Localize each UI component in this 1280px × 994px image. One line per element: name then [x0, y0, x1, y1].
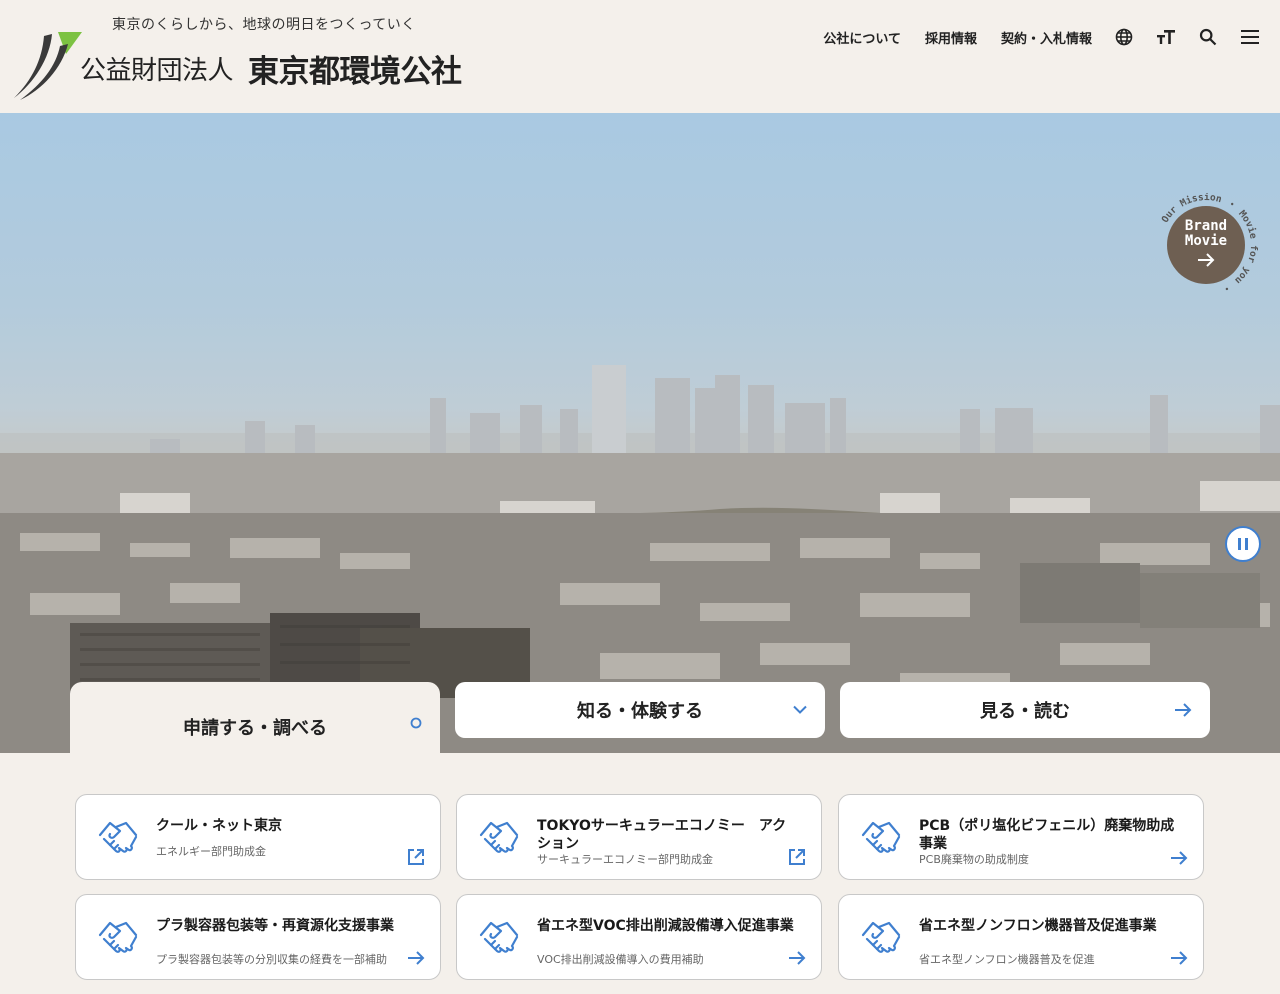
- nav-contracts[interactable]: 契約・入札情報: [1001, 28, 1092, 47]
- arrow-right-icon: [1198, 253, 1215, 267]
- arrow-right-icon: [1175, 703, 1192, 717]
- arrow-right-icon: [1171, 851, 1188, 865]
- card-subtitle: サーキュラーエコノミー部門助成金: [537, 853, 713, 866]
- text-size-icon[interactable]: [1156, 27, 1176, 47]
- card-plastic-recycling[interactable]: プラ製容器包装等・再資源化支援事業 プラ製容器包装等の分別収集の経費を一部補助: [75, 894, 441, 980]
- card-subtitle: 省エネ型ノンフロン機器普及を促進: [919, 953, 1095, 966]
- card-title: 省エネ型ノンフロン機器普及促進事業: [919, 918, 1157, 934]
- globe-icon[interactable]: [1114, 27, 1134, 47]
- brand-movie-label-1: Brand: [1184, 218, 1228, 234]
- tab-apply-search[interactable]: 申請する・調べる: [70, 682, 440, 757]
- card-title: プラ製容器包装等・再資源化支援事業: [156, 918, 394, 934]
- nav-recruit[interactable]: 採用情報: [925, 28, 977, 47]
- card-subtitle: エネルギー部門助成金: [156, 845, 266, 858]
- card-tokyo-circular-economy[interactable]: TOKYOサーキュラーエコノミー アクション サーキュラーエコノミー部門助成金: [456, 794, 822, 880]
- site-header: 東京のくらしから、地球の明日をつくっていく 公益財団法人 東京都環境公社 公社に…: [0, 0, 1280, 113]
- card-subtitle: VOC排出削減設備導入の費用補助: [537, 953, 704, 966]
- card-non-freon-equipment[interactable]: 省エネ型ノンフロン機器普及促進事業 省エネ型ノンフロン機器普及を促進: [838, 894, 1204, 980]
- nav-about[interactable]: 公社について: [823, 28, 901, 47]
- org-type: 公益財団法人: [80, 56, 234, 86]
- card-title: PCB（ポリ塩化ビフェニル）廃棄物助成事業: [919, 818, 1175, 852]
- external-link-icon: [408, 849, 424, 865]
- tab-label: 見る・読む: [980, 701, 1070, 722]
- tab-watch-read[interactable]: 見る・読む: [840, 682, 1210, 738]
- card-subtitle: PCB廃棄物の助成制度: [919, 853, 1029, 866]
- card-subtitle: プラ製容器包装等の分別収集の経費を一部補助: [156, 953, 387, 966]
- handshake-icon: [861, 921, 901, 953]
- brand-movie-button[interactable]: Our Mission ・ Movie for you ・ Brand Movi…: [1154, 193, 1258, 297]
- card-title: TOKYOサーキュラーエコノミー アクション: [537, 818, 787, 852]
- circle-icon: [410, 717, 422, 729]
- handshake-icon: [479, 821, 519, 853]
- tagline: 東京のくらしから、地球の明日をつくっていく: [112, 17, 416, 33]
- card-title: クール・ネット東京: [156, 818, 282, 834]
- handshake-icon: [98, 921, 138, 953]
- chevron-down-icon: [793, 705, 807, 714]
- tab-learn-experience[interactable]: 知る・体験する: [455, 682, 825, 738]
- arrow-right-icon: [789, 951, 806, 965]
- global-nav: 公社について 採用情報 契約・入札情報: [799, 27, 1260, 47]
- brand-movie-circle: Brand Movie: [1167, 206, 1245, 284]
- org-name[interactable]: 東京都環境公社: [248, 46, 462, 91]
- hero-image: Our Mission ・ Movie for you ・ Brand Movi…: [0, 113, 1280, 753]
- external-link-icon: [789, 849, 805, 865]
- pause-icon: [1238, 538, 1248, 550]
- tokyo-skyline-photo: [0, 365, 1280, 753]
- card-voc-reduction[interactable]: 省エネ型VOC排出削減設備導入促進事業 VOC排出削減設備導入の費用補助: [456, 894, 822, 980]
- card-pcb-waste[interactable]: PCB（ポリ塩化ビフェニル）廃棄物助成事業 PCB廃棄物の助成制度: [838, 794, 1204, 880]
- card-cool-net-tokyo[interactable]: クール・ネット東京 エネルギー部門助成金: [75, 794, 441, 880]
- handshake-icon: [479, 921, 519, 953]
- search-icon[interactable]: [1198, 27, 1218, 47]
- arrow-right-icon: [408, 951, 425, 965]
- arrow-right-icon: [1171, 951, 1188, 965]
- card-title: 省エネ型VOC排出削減設備導入促進事業: [537, 918, 794, 934]
- tab-label: 申請する・調べる: [183, 717, 327, 739]
- brand-movie-label-2: Movie: [1184, 233, 1228, 249]
- handshake-icon: [861, 821, 901, 853]
- logo-mark-icon[interactable]: [12, 28, 86, 102]
- handshake-icon: [98, 821, 138, 853]
- pause-button[interactable]: [1225, 526, 1261, 562]
- menu-icon[interactable]: [1240, 27, 1260, 47]
- tab-label: 知る・体験する: [577, 701, 703, 722]
